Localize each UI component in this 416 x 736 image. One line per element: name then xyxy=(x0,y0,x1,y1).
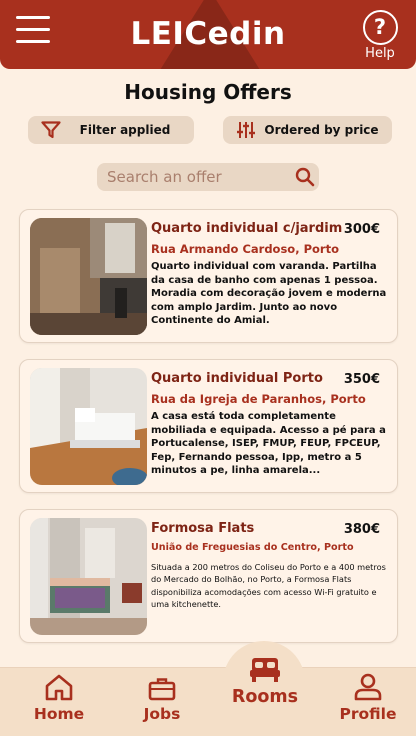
offer-description: Quarto individual com varanda. Partilha … xyxy=(151,261,387,327)
offer-card[interactable]: Quarto individual c/jardim 300€ Rua Arma… xyxy=(19,209,398,343)
offer-address: Rua da Igreja de Paranhos, Porto xyxy=(151,392,366,406)
nav-jobs[interactable]: Jobs xyxy=(135,677,189,723)
offer-address: União de Freguesias do Centro, Porto xyxy=(151,542,354,553)
nav-profile[interactable]: Profile xyxy=(337,673,399,723)
help-label: Help xyxy=(365,46,395,61)
page-title: Housing Offers xyxy=(124,80,292,104)
sliders-icon xyxy=(233,120,259,140)
offer-title: Quarto individual c/jardim xyxy=(151,221,343,236)
offer-card[interactable]: Quarto individual Porto 350€ Rua da Igre… xyxy=(19,359,398,493)
offer-address: Rua Armando Cardoso, Porto xyxy=(151,242,339,256)
user-icon xyxy=(354,673,382,701)
sort-button[interactable]: Ordered by price xyxy=(223,116,392,144)
help-icon: ? xyxy=(362,10,398,45)
nav-profile-label: Profile xyxy=(339,705,397,723)
nav-home-label: Home xyxy=(33,705,85,723)
home-icon xyxy=(45,674,73,701)
bed-icon xyxy=(250,658,280,682)
app-title: LEICedin xyxy=(130,16,286,52)
offer-price: 350€ xyxy=(343,372,380,387)
search-icon[interactable] xyxy=(291,163,319,191)
offer-price: 380€ xyxy=(343,522,380,537)
help-button[interactable]: ? Help xyxy=(360,10,400,62)
offer-photo xyxy=(30,218,147,335)
app-header: LEICedin ? Help xyxy=(0,0,416,69)
nav-rooms[interactable]: Rooms xyxy=(228,655,302,707)
sort-label: Ordered by price xyxy=(264,123,379,137)
filter-icon xyxy=(38,120,64,140)
app-screen: LEICedin ? Help Housing Offers Filter ap… xyxy=(0,0,416,736)
offer-title: Formosa Flats xyxy=(151,521,255,536)
offer-price: 300€ xyxy=(343,222,380,237)
offer-card[interactable]: Formosa Flats 380€ União de Freguesias d… xyxy=(19,509,398,643)
offer-description: Situada a 200 metros do Coliseu do Porto… xyxy=(151,562,386,609)
nav-jobs-label: Jobs xyxy=(143,705,181,723)
briefcase-icon xyxy=(148,678,176,701)
filter-label: Filter applied xyxy=(79,123,171,137)
offer-title: Quarto individual Porto xyxy=(151,371,323,386)
offer-photo xyxy=(30,518,147,635)
filter-button[interactable]: Filter applied xyxy=(28,116,194,144)
nav-rooms-label: Rooms xyxy=(231,687,299,707)
search-bar xyxy=(97,163,319,191)
search-input[interactable] xyxy=(97,168,291,186)
offer-description: A casa está toda completamente mobiliada… xyxy=(151,411,386,477)
nav-home[interactable]: Home xyxy=(30,673,88,723)
offer-photo xyxy=(30,368,147,485)
